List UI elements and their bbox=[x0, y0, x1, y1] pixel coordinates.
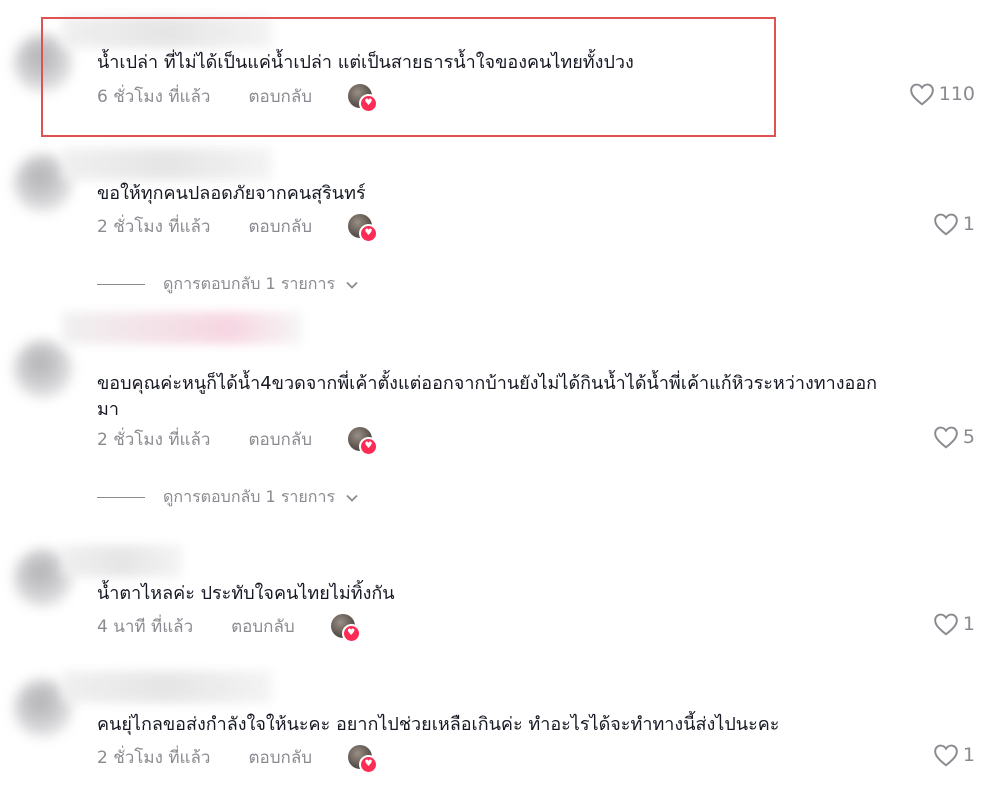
comment-meta: 4 นาที ที่แล้ว ตอบกลับ ♥ bbox=[97, 613, 361, 643]
comment-text: ขอให้ทุกคนปลอดภัยจากคนสุรินทร์ bbox=[97, 183, 366, 204]
heart-badge-icon: ♥ bbox=[359, 437, 379, 456]
like-button[interactable]: 1 bbox=[933, 743, 975, 767]
commenter-name-redacted bbox=[62, 148, 272, 180]
reply-button[interactable]: ตอบกลับ bbox=[248, 426, 312, 453]
like-count: 1 bbox=[962, 213, 975, 235]
commenter-name-redacted bbox=[62, 545, 182, 577]
heart-badge-icon: ♥ bbox=[341, 624, 361, 643]
comment-item: คนยุ่ไกลขอส่งกำลังใจให้นะคะ อยากไปช่วยเห… bbox=[0, 665, 993, 799]
like-button[interactable]: 1 bbox=[933, 212, 975, 236]
like-button[interactable]: 5 bbox=[933, 425, 975, 449]
comment-text: ขอบคุณค่ะหนูก็ได้น้ำ4ขวดจากพี่เค้าตั้งแต… bbox=[97, 371, 977, 423]
view-replies-label: ดูการตอบกลับ 1 รายการ bbox=[163, 274, 336, 293]
like-count: 5 bbox=[962, 426, 975, 448]
chevron-down-icon bbox=[346, 281, 358, 289]
heart-badge-icon: ♥ bbox=[359, 755, 379, 774]
commenter-name-redacted bbox=[62, 312, 302, 344]
comment-meta: 2 ชั่วโมง ที่แล้ว ตอบกลับ ♥ bbox=[97, 213, 379, 243]
commenter-name-redacted bbox=[62, 671, 272, 703]
commenter-avatar[interactable] bbox=[14, 340, 72, 398]
heart-outline-icon bbox=[934, 744, 958, 767]
divider bbox=[97, 497, 145, 498]
comment-text: คนยุ่ไกลขอส่งกำลังใจให้นะคะ อยากไปช่วยเห… bbox=[97, 714, 780, 735]
comment-time: 2 ชั่วโมง ที่แล้ว bbox=[97, 429, 211, 450]
like-button[interactable]: 110 bbox=[909, 82, 975, 106]
comment-time: 2 ชั่วโมง ที่แล้ว bbox=[97, 216, 211, 237]
chevron-down-icon bbox=[346, 494, 358, 502]
divider bbox=[97, 284, 145, 285]
comment-item: ขอบคุณค่ะหนูก็ได้น้ำ4ขวดจากพี่เค้าตั้งแต… bbox=[0, 310, 993, 535]
view-replies-button[interactable]: ดูการตอบกลับ 1 รายการ bbox=[97, 272, 359, 297]
comment-item: น้ำตาไหลค่ะ ประทับใจคนไทยไม่ทิ้งกัน 4 นา… bbox=[0, 535, 993, 665]
heart-outline-icon bbox=[934, 426, 958, 449]
heart-outline-icon bbox=[934, 613, 958, 636]
comment-text-line: ขอบคุณค่ะหนูก็ได้น้ำ4ขวดจากพี่เค้าตั้งแต… bbox=[97, 373, 878, 394]
comment-time: 4 นาที ที่แล้ว bbox=[97, 616, 194, 637]
highlight-box bbox=[41, 17, 776, 137]
reply-button[interactable]: ตอบกลับ bbox=[248, 744, 312, 771]
like-count: 110 bbox=[938, 83, 975, 105]
like-button[interactable]: 1 bbox=[933, 612, 975, 636]
view-replies-button[interactable]: ดูการตอบกลับ 1 รายการ bbox=[97, 485, 359, 510]
like-count: 1 bbox=[962, 613, 975, 635]
comment-item: ขอให้ทุกคนปลอดภัยจากคนสุรินทร์ 2 ชั่วโมง… bbox=[0, 140, 993, 310]
reply-button[interactable]: ตอบกลับ bbox=[248, 213, 312, 240]
reply-button[interactable]: ตอบกลับ bbox=[231, 613, 295, 640]
comment-text: น้ำตาไหลค่ะ ประทับใจคนไทยไม่ทิ้งกัน bbox=[97, 583, 395, 604]
comment-time: 2 ชั่วโมง ที่แล้ว bbox=[97, 747, 211, 768]
creator-liked-avatar: ♥ bbox=[348, 745, 379, 774]
heart-outline-icon bbox=[909, 83, 934, 106]
creator-liked-avatar: ♥ bbox=[330, 614, 361, 643]
view-replies-label: ดูการตอบกลับ 1 รายการ bbox=[163, 487, 336, 506]
comment-meta: 2 ชั่วโมง ที่แล้ว ตอบกลับ ♥ bbox=[97, 426, 379, 456]
like-count: 1 bbox=[962, 744, 975, 766]
heart-badge-icon: ♥ bbox=[359, 224, 379, 243]
comment-meta: 2 ชั่วโมง ที่แล้ว ตอบกลับ ♥ bbox=[97, 744, 379, 774]
creator-liked-avatar: ♥ bbox=[348, 214, 379, 243]
creator-liked-avatar: ♥ bbox=[348, 427, 379, 456]
heart-outline-icon bbox=[934, 213, 958, 236]
comment-text-line: มา bbox=[97, 399, 119, 420]
